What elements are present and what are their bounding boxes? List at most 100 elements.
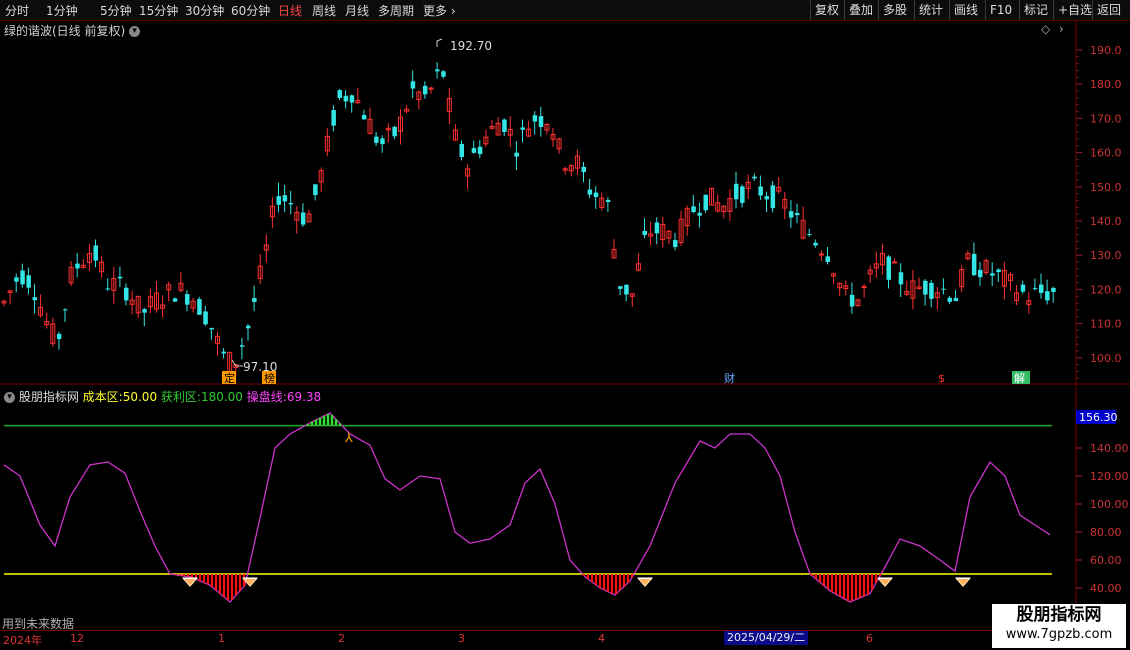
candle-body-down xyxy=(185,294,190,305)
price-tick-label: 120.0 xyxy=(1090,283,1122,296)
diamond-signal-icon xyxy=(181,577,199,587)
candle-body-down xyxy=(209,327,214,330)
candle-body-down xyxy=(75,263,80,269)
watermark-title: 股朋指标网 xyxy=(1016,605,1102,625)
candle-body-down xyxy=(996,269,1001,273)
candle-body-down xyxy=(288,202,294,205)
candle-body-down xyxy=(807,234,812,236)
date-label-mar: 3 xyxy=(458,632,465,645)
candle-body-down xyxy=(124,287,129,301)
price-tick-label: 180.0 xyxy=(1090,78,1122,91)
param-cost-label: 成本区: xyxy=(82,390,123,404)
candle-body-down xyxy=(703,194,708,211)
crosshair-date: 2025/04/29/二 xyxy=(724,631,809,645)
diamond-signal-icon xyxy=(636,577,654,587)
param-profit-value: 180.00 xyxy=(200,390,243,404)
candle-body-down xyxy=(538,116,544,127)
candle-body-down xyxy=(63,309,68,311)
candle-body-down xyxy=(764,196,769,200)
candle-body-down xyxy=(886,256,891,280)
candle-body-down xyxy=(32,297,37,301)
candle-body-down xyxy=(770,185,776,209)
candle-body-up xyxy=(861,286,867,289)
candle-body-down xyxy=(520,127,525,130)
candle-body-down xyxy=(1051,287,1056,292)
watermark-url: www.7gpzb.com xyxy=(1005,627,1113,642)
param-trade-label: 操盘线: xyxy=(246,390,287,404)
candle-body-down xyxy=(343,95,349,102)
candle-body-down xyxy=(105,288,111,290)
candle-body-down xyxy=(532,115,538,122)
candle-body-up xyxy=(818,253,824,256)
high-marker-arrow xyxy=(436,38,443,47)
candle-body-down xyxy=(435,69,440,72)
candle-body-down xyxy=(300,212,306,225)
date-label-jun: 6 xyxy=(866,632,873,645)
event-marker-3: 财 xyxy=(724,371,735,385)
candle-body-down xyxy=(374,136,379,143)
candle-body-down xyxy=(331,110,336,126)
candle-body-down xyxy=(1032,287,1038,289)
candle-body-down xyxy=(477,146,483,155)
price-tick-label: 160.0 xyxy=(1090,147,1122,160)
high-price-label: 192.70 xyxy=(450,39,492,53)
candle-body-down xyxy=(1020,284,1026,292)
candle-body-down xyxy=(941,288,946,290)
candle-body-down xyxy=(172,298,178,302)
candle-body-down xyxy=(459,143,464,157)
candle-body-down xyxy=(605,199,611,203)
ind-tick-label: 140.00 xyxy=(1090,442,1129,455)
event-marker-2: 榜 xyxy=(264,371,275,385)
candle-body-down xyxy=(361,115,367,120)
price-tick-label: 150.0 xyxy=(1090,181,1122,194)
candle-body-down xyxy=(923,280,928,295)
candle-body-down xyxy=(673,240,678,247)
candle-body-down xyxy=(239,345,245,347)
indicator-title[interactable]: ▾ 股朋指标网 成本区:50.00 获利区:180.00 操盘线:69.38 xyxy=(4,388,321,405)
chevron-down-icon[interactable]: ▾ xyxy=(4,392,15,403)
price-tick-label: 110.0 xyxy=(1090,318,1122,331)
candle-body-down xyxy=(581,166,586,173)
date-axis: 2024年 12 1 2 3 4 6 xyxy=(0,630,1076,647)
candle-body-down xyxy=(380,138,385,145)
event-marker-5: 解 xyxy=(1014,371,1025,385)
price-tick-label: 100.0 xyxy=(1090,352,1122,365)
price-tick-label: 140.0 xyxy=(1090,215,1122,228)
date-label-apr: 4 xyxy=(598,632,605,645)
candle-body-down xyxy=(514,152,519,157)
candle-body-down xyxy=(654,222,660,234)
candle-body-down xyxy=(642,230,647,235)
date-label-year: 2024年 xyxy=(3,634,42,647)
candle-body-down xyxy=(758,186,763,196)
chevron-right-icon[interactable]: › xyxy=(1059,22,1064,36)
candle-body-down xyxy=(349,95,355,103)
candle-body-down xyxy=(734,183,739,200)
candle-body-down xyxy=(276,196,281,205)
candle-body-down xyxy=(1039,284,1044,293)
event-marker-4: $ xyxy=(938,372,945,385)
candle-body-down xyxy=(971,253,977,276)
diamond-icon[interactable]: ◇ xyxy=(1041,22,1050,36)
param-trade-value: 69.38 xyxy=(286,390,322,404)
candle-body-down xyxy=(898,272,904,285)
sell-signal-icon: ⅄ xyxy=(344,431,353,446)
candle-body-down xyxy=(197,299,202,315)
ind-tick-label: 80.00 xyxy=(1090,526,1122,539)
price-tick-label: 130.0 xyxy=(1090,249,1122,262)
candle-body-up xyxy=(428,87,434,90)
candle-body-down xyxy=(947,297,952,302)
price-tick-label: 170.0 xyxy=(1090,112,1122,125)
candle-body-down xyxy=(313,184,318,196)
candle-body-down xyxy=(740,186,745,203)
candle-body-down xyxy=(142,309,147,313)
candle-body-down xyxy=(410,81,416,89)
candlesticks xyxy=(1,62,1056,376)
candle-body-down xyxy=(990,273,995,276)
param-profit-label: 获利区: xyxy=(160,390,201,404)
candle-body-down xyxy=(471,148,477,153)
candle-body-down xyxy=(618,286,623,289)
candle-body-down xyxy=(849,294,855,307)
date-label-jan: 1 xyxy=(218,632,225,645)
param-cost-value: 50.00 xyxy=(122,390,158,404)
diamond-signal-icon xyxy=(876,577,894,587)
